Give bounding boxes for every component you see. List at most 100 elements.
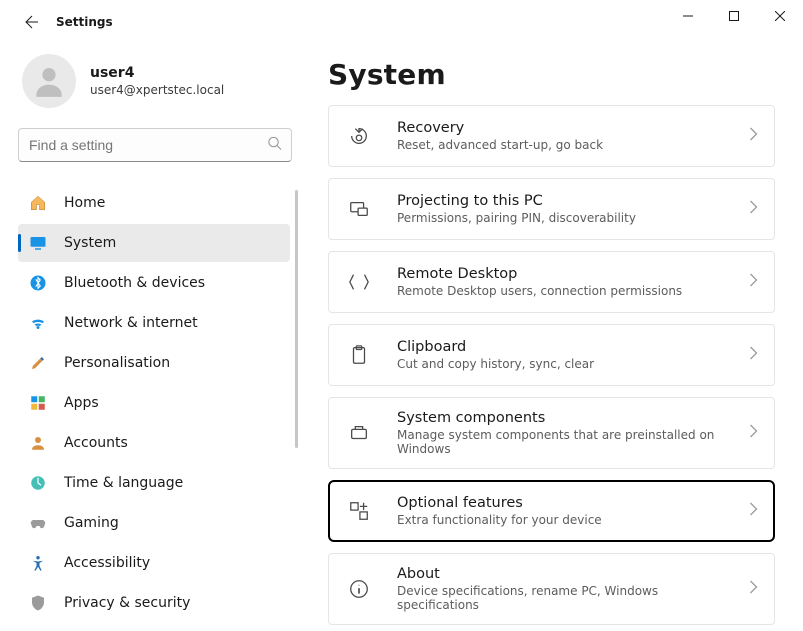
chevron-right-icon (749, 346, 758, 364)
nav-item-accounts[interactable]: Accounts (18, 424, 290, 462)
accessibility-icon (28, 553, 48, 573)
nav-item-privacy[interactable]: Privacy & security (18, 584, 290, 622)
nav-label: Network & internet (64, 315, 198, 331)
user-email: user4@xpertstec.local (90, 83, 224, 97)
maximize-icon (729, 11, 739, 21)
search-input[interactable] (18, 128, 292, 162)
about-icon (341, 571, 377, 607)
nav-item-personalisation[interactable]: Personalisation (18, 344, 290, 382)
card-text: Projecting to this PC Permissions, pairi… (397, 193, 729, 225)
content: System Recovery Reset, advanced start-up… (310, 44, 803, 631)
card-sub: Cut and copy history, sync, clear (397, 357, 729, 371)
accounts-icon (28, 433, 48, 453)
back-arrow-icon (24, 14, 40, 30)
card-clipboard[interactable]: Clipboard Cut and copy history, sync, cl… (328, 324, 775, 386)
nav-item-accessibility[interactable]: Accessibility (18, 544, 290, 582)
nav-label: Privacy & security (64, 595, 190, 611)
recovery-icon (341, 118, 377, 154)
card-sub: Extra functionality for your device (397, 513, 729, 527)
card-remote-desktop[interactable]: Remote Desktop Remote Desktop users, con… (328, 251, 775, 313)
components-icon (341, 415, 377, 451)
card-sub: Permissions, pairing PIN, discoverabilit… (397, 211, 729, 225)
card-projecting[interactable]: Projecting to this PC Permissions, pairi… (328, 178, 775, 240)
back-button[interactable] (18, 8, 46, 36)
nav-label: Time & language (64, 475, 183, 491)
card-text: Remote Desktop Remote Desktop users, con… (397, 266, 729, 298)
card-title: Remote Desktop (397, 266, 729, 282)
clipboard-icon (341, 337, 377, 373)
nav-label: Personalisation (64, 355, 170, 371)
card-sub: Device specifications, rename PC, Window… (397, 584, 729, 612)
nav-item-home[interactable]: Home (18, 184, 290, 222)
card-title: Clipboard (397, 339, 729, 355)
card-title: Optional features (397, 495, 729, 511)
card-about[interactable]: About Device specifications, rename PC, … (328, 553, 775, 625)
page-title: System (328, 58, 775, 91)
user-text: user4 user4@xpertstec.local (90, 65, 224, 97)
chevron-right-icon (749, 127, 758, 145)
card-text: Optional features Extra functionality fo… (397, 495, 729, 527)
card-sub: Reset, advanced start-up, go back (397, 138, 729, 152)
nav-label: Accounts (64, 435, 128, 451)
brush-icon (28, 353, 48, 373)
apps-icon (28, 393, 48, 413)
nav-item-gaming[interactable]: Gaming (18, 504, 290, 542)
nav-label: System (64, 235, 116, 251)
card-title: About (397, 566, 729, 582)
nav-label: Bluetooth & devices (64, 275, 205, 291)
nav-item-bluetooth[interactable]: Bluetooth & devices (18, 264, 290, 302)
main: user4 user4@xpertstec.local Home (0, 44, 803, 631)
chevron-right-icon (749, 580, 758, 598)
nav-label: Accessibility (64, 555, 150, 571)
card-title: Projecting to this PC (397, 193, 729, 209)
close-button[interactable] (757, 0, 803, 32)
gaming-icon (28, 513, 48, 533)
nav-label: Home (64, 195, 105, 211)
sidebar-scrollbar[interactable] (295, 190, 298, 448)
user-name: user4 (90, 65, 224, 81)
wifi-icon (28, 313, 48, 333)
nav-item-network[interactable]: Network & internet (18, 304, 290, 342)
avatar (22, 54, 76, 108)
card-title: Recovery (397, 120, 729, 136)
nav-item-time[interactable]: Time & language (18, 464, 290, 502)
card-recovery[interactable]: Recovery Reset, advanced start-up, go ba… (328, 105, 775, 167)
card-sub: Remote Desktop users, connection permiss… (397, 284, 729, 298)
nav-label: Gaming (64, 515, 119, 531)
chevron-right-icon (749, 200, 758, 218)
titlebar: Settings (0, 0, 803, 44)
system-icon (28, 233, 48, 253)
user-block[interactable]: user4 user4@xpertstec.local (18, 54, 302, 108)
sidebar: user4 user4@xpertstec.local Home (0, 44, 310, 631)
card-text: Recovery Reset, advanced start-up, go ba… (397, 120, 729, 152)
app-title: Settings (56, 15, 113, 29)
card-text: About Device specifications, rename PC, … (397, 566, 729, 612)
remote-desktop-icon (341, 264, 377, 300)
minimize-button[interactable] (665, 0, 711, 32)
maximize-button[interactable] (711, 0, 757, 32)
card-text: Clipboard Cut and copy history, sync, cl… (397, 339, 729, 371)
card-title: System components (397, 410, 729, 426)
optional-features-icon (341, 493, 377, 529)
card-sub: Manage system components that are preins… (397, 428, 729, 456)
home-icon (28, 193, 48, 213)
nav-item-apps[interactable]: Apps (18, 384, 290, 422)
nav-label: Apps (64, 395, 99, 411)
card-text: System components Manage system componen… (397, 410, 729, 456)
search-icon (267, 136, 282, 155)
card-system-components[interactable]: System components Manage system componen… (328, 397, 775, 469)
nav-list: Home System Bluetooth & devices Network … (18, 184, 302, 622)
chevron-right-icon (749, 424, 758, 442)
shield-icon (28, 593, 48, 613)
bluetooth-icon (28, 273, 48, 293)
search-wrap (18, 128, 292, 162)
person-icon (30, 62, 68, 100)
nav-item-system[interactable]: System (18, 224, 290, 262)
close-icon (775, 11, 785, 21)
card-optional-features[interactable]: Optional features Extra functionality fo… (328, 480, 775, 542)
chevron-right-icon (749, 502, 758, 520)
chevron-right-icon (749, 273, 758, 291)
clock-globe-icon (28, 473, 48, 493)
minimize-icon (683, 11, 693, 21)
window-controls (665, 0, 803, 32)
